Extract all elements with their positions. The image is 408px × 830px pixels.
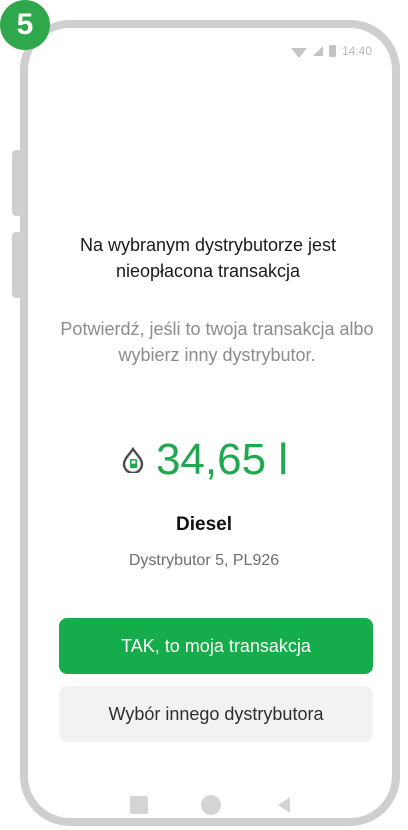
dispenser-info: Dystrybutor 5, PL926 xyxy=(128,552,280,569)
fuel-type: Diesel xyxy=(176,514,232,535)
wifi-icon xyxy=(290,48,307,58)
confirm-transaction-button[interactable]: TAK, to moja transakcja xyxy=(59,618,373,674)
fuel-amount: 34,65 l xyxy=(155,435,289,484)
status-time: 14:40 xyxy=(341,44,372,58)
choose-other-dispenser-button[interactable]: Wybór innego dystrybutora xyxy=(59,686,373,742)
page-subtitle: Potwierdź, jeśli to twoja transakcja alb… xyxy=(60,319,374,365)
phone-side-button xyxy=(12,232,22,298)
signal-icon xyxy=(312,46,323,56)
back-icon[interactable] xyxy=(278,797,290,813)
home-icon[interactable] xyxy=(201,795,221,815)
amount-row: 34,65 l xyxy=(0,432,408,488)
page-title: Na wybranym dystrybutorze jest nieopłaco… xyxy=(79,235,337,281)
battery-icon xyxy=(328,45,336,57)
step-badge: 5 xyxy=(0,0,50,50)
status-bar: 14:40 xyxy=(290,44,372,58)
phone-side-button xyxy=(12,150,22,216)
android-nav-bar xyxy=(0,795,408,820)
recents-icon[interactable] xyxy=(130,796,148,814)
fuel-drop-icon xyxy=(122,447,144,473)
